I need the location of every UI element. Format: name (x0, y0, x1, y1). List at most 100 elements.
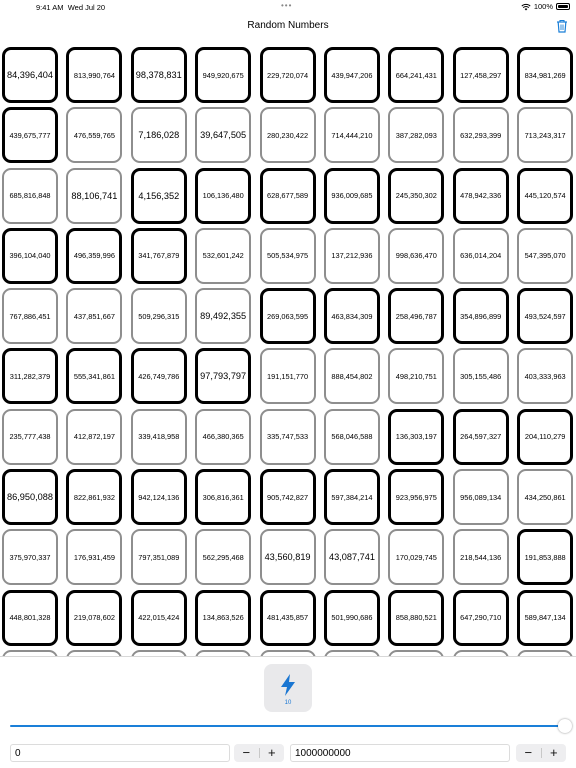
number-cell[interactable]: 923,956,975 (388, 469, 445, 526)
number-cell[interactable]: 136,303,197 (388, 408, 445, 465)
min-decrement-button[interactable]: − (234, 744, 259, 762)
number-cell[interactable]: 949,920,675 (195, 47, 252, 103)
number-cell[interactable]: 218,544,136 (452, 529, 509, 586)
number-cell[interactable]: 387,282,093 (388, 107, 445, 164)
number-cell[interactable]: 498,210,751 (388, 348, 445, 405)
number-cell[interactable]: 396,104,040 (2, 227, 58, 284)
number-cell[interactable]: 888,454,802 (323, 348, 380, 405)
min-increment-button[interactable]: + (260, 744, 285, 762)
number-cell[interactable]: 797,351,089 (130, 529, 187, 586)
number-cell[interactable]: 647,290,710 (452, 589, 509, 646)
number-cell[interactable]: 235,777,438 (2, 408, 58, 465)
number-cell[interactable]: 191,853,888 (517, 529, 574, 586)
number-cell[interactable]: 481,435,857 (259, 589, 316, 646)
number-cell[interactable]: 822,861,932 (66, 469, 123, 526)
number-cell[interactable]: 448,801,328 (2, 589, 58, 646)
number-cell[interactable]: 89,492,355 (195, 288, 252, 345)
number-cell[interactable]: 426,749,786 (130, 348, 187, 405)
number-cell[interactable]: 422,015,424 (130, 589, 187, 646)
number-cell[interactable]: 106,136,480 (195, 167, 252, 224)
number-cell[interactable]: 493,524,597 (517, 288, 574, 345)
number-cell[interactable]: 568,046,588 (323, 408, 380, 465)
number-cell[interactable]: 936,009,685 (323, 167, 380, 224)
number-cell[interactable]: 176,931,459 (66, 529, 123, 586)
number-cell[interactable]: 127,458,297 (452, 47, 509, 103)
max-decrement-button[interactable]: − (516, 744, 541, 762)
number-cell[interactable]: 305,155,486 (452, 348, 509, 405)
number-cell[interactable]: 463,834,309 (323, 288, 380, 345)
number-cell[interactable]: 439,947,206 (323, 47, 380, 103)
number-cell[interactable]: 589,847,134 (517, 589, 574, 646)
count-slider[interactable] (10, 719, 572, 733)
max-increment-button[interactable]: + (542, 744, 567, 762)
min-value-field[interactable] (10, 744, 230, 762)
number-cell[interactable]: 191,151,770 (259, 348, 316, 405)
number-cell[interactable]: 434,250,861 (517, 469, 574, 526)
number-cell[interactable]: 341,767,879 (130, 227, 187, 284)
number-cell[interactable]: 354,896,899 (452, 288, 509, 345)
number-cell[interactable]: 664,241,431 (388, 47, 445, 103)
number-cell[interactable]: 858,880,521 (388, 589, 445, 646)
number-cell[interactable]: 714,444,210 (323, 107, 380, 164)
number-cell[interactable]: 7,186,028 (130, 107, 187, 164)
number-cell[interactable]: 437,851,667 (66, 288, 123, 345)
number-cell[interactable]: 311,282,379 (2, 348, 58, 405)
number-cell[interactable]: 834,981,269 (517, 47, 574, 103)
number-cell[interactable]: 98,378,831 (130, 47, 187, 103)
min-stepper[interactable]: − + (234, 744, 284, 762)
number-cell[interactable]: 39,647,505 (195, 107, 252, 164)
number-cell[interactable]: 501,990,686 (323, 589, 380, 646)
number-cell[interactable]: 713,243,317 (517, 107, 574, 164)
number-cell[interactable]: 43,087,741 (323, 529, 380, 586)
number-cell[interactable]: 306,816,361 (195, 469, 252, 526)
number-cell[interactable]: 84,396,404 (2, 47, 58, 103)
number-cell[interactable]: 375,970,337 (2, 529, 58, 586)
number-cell[interactable]: 229,720,074 (259, 47, 316, 103)
number-cell[interactable]: 134,863,526 (195, 589, 252, 646)
number-cell[interactable]: 264,597,327 (452, 408, 509, 465)
number-cell[interactable]: 137,212,936 (323, 227, 380, 284)
number-cell[interactable]: 403,333,963 (517, 348, 574, 405)
number-cell[interactable]: 439,675,777 (2, 107, 58, 164)
slider-thumb[interactable] (558, 719, 572, 733)
max-value-field[interactable] (290, 744, 510, 762)
number-cell[interactable]: 597,384,214 (323, 469, 380, 526)
number-cell[interactable]: 466,380,365 (195, 408, 252, 465)
number-cell[interactable]: 632,293,399 (452, 107, 509, 164)
number-cell[interactable]: 86,950,088 (2, 469, 58, 526)
number-cell[interactable]: 813,990,764 (66, 47, 123, 103)
number-cell[interactable]: 219,078,602 (66, 589, 123, 646)
number-cell[interactable]: 509,296,315 (130, 288, 187, 345)
number-cell[interactable]: 496,359,996 (66, 227, 123, 284)
max-stepper[interactable]: − + (516, 744, 566, 762)
number-cell[interactable]: 339,418,958 (130, 408, 187, 465)
number-cell[interactable]: 532,601,242 (195, 227, 252, 284)
number-cell[interactable]: 170,029,745 (388, 529, 445, 586)
number-cell[interactable]: 905,742,827 (259, 469, 316, 526)
generate-button[interactable]: 10 (264, 664, 312, 712)
number-cell[interactable]: 628,677,589 (259, 167, 316, 224)
multitasking-dots-icon[interactable]: ••• (281, 1, 292, 10)
number-cell[interactable]: 767,886,451 (2, 288, 58, 345)
number-cell[interactable]: 88,106,741 (66, 167, 123, 224)
number-cell[interactable]: 476,559,765 (66, 107, 123, 164)
number-cell[interactable]: 335,747,533 (259, 408, 316, 465)
number-cell[interactable]: 4,156,352 (130, 167, 187, 224)
number-cell[interactable]: 562,295,468 (195, 529, 252, 586)
number-cell[interactable]: 43,560,819 (259, 529, 316, 586)
trash-icon[interactable] (556, 19, 568, 33)
number-cell[interactable]: 942,124,136 (130, 469, 187, 526)
number-cell[interactable]: 245,350,302 (388, 167, 445, 224)
number-cell[interactable]: 269,063,595 (259, 288, 316, 345)
number-cell[interactable]: 547,395,070 (517, 227, 574, 284)
number-cell[interactable]: 685,816,848 (2, 167, 58, 224)
number-cell[interactable]: 280,230,422 (259, 107, 316, 164)
number-cell[interactable]: 97,793,797 (195, 348, 252, 405)
number-cell[interactable]: 555,341,861 (66, 348, 123, 405)
number-cell[interactable]: 998,636,470 (388, 227, 445, 284)
number-cell[interactable]: 204,110,279 (517, 408, 574, 465)
number-cell[interactable]: 445,120,574 (517, 167, 574, 224)
number-cell[interactable]: 412,872,197 (66, 408, 123, 465)
number-cell[interactable]: 258,496,787 (388, 288, 445, 345)
number-cell[interactable]: 505,534,975 (259, 227, 316, 284)
